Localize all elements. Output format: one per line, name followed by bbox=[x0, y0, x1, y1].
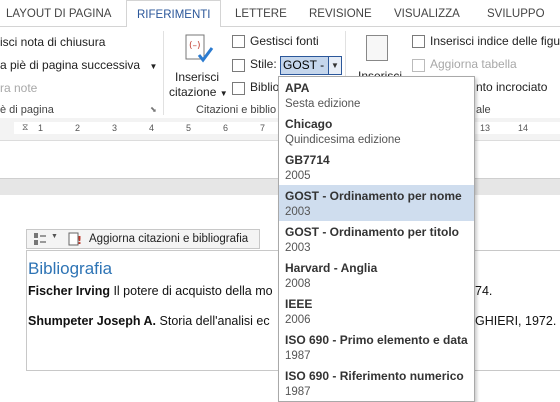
bibliography-title: Bibliografia bbox=[28, 259, 113, 278]
ruler-tick: 6 bbox=[223, 123, 229, 133]
style-option-edition: 2008 bbox=[285, 278, 311, 290]
svg-text:!: ! bbox=[77, 234, 82, 246]
insert-caption-icon bbox=[366, 35, 388, 61]
tab-riferimenti[interactable]: RIFERIMENTI bbox=[126, 0, 222, 28]
dialog-launcher-icon[interactable]: ⬊ bbox=[150, 105, 157, 114]
insert-citation-icon: (–) bbox=[181, 33, 215, 65]
style-option-name: Chicago bbox=[285, 117, 333, 131]
style-option-name: GB7714 bbox=[285, 153, 330, 167]
ruler-tick: 7 bbox=[260, 123, 266, 133]
style-option-name: GOST - Ordinamento per titolo bbox=[285, 225, 459, 239]
style-option-apa[interactable]: APA Sesta edizione bbox=[279, 77, 474, 113]
entry-author: Fischer Irving bbox=[28, 284, 110, 298]
insert-endnote-button[interactable]: isci nota di chiusura bbox=[0, 35, 105, 49]
tab-layout-di-pagina[interactable]: LAYOUT DI PAGINA bbox=[6, 0, 111, 26]
chevron-down-icon[interactable]: ▼ bbox=[328, 57, 341, 74]
cross-reference-button[interactable]: nto incrociato bbox=[476, 80, 547, 94]
manage-sources-button[interactable]: Gestisci fonti bbox=[250, 34, 319, 48]
entry-text: Il potere di acquisto della mo bbox=[109, 284, 273, 298]
ruler-tick: 3 bbox=[112, 123, 118, 133]
ruler-tick: 4 bbox=[149, 123, 155, 133]
insert-citation-label: citazione bbox=[169, 85, 217, 99]
ribbon-tab-bar: LAYOUT DI PAGINA RIFERIMENTI LETTERE REV… bbox=[0, 0, 560, 28]
style-option-harvard[interactable]: Harvard - Anglia 2008 bbox=[279, 257, 474, 293]
style-option-name: ISO 690 - Riferimento numerico bbox=[285, 369, 464, 383]
tab-visualizza[interactable]: VISUALIZZA bbox=[394, 0, 460, 26]
style-option-iso690-first[interactable]: ISO 690 - Primo elemento e data 1987 bbox=[279, 329, 474, 365]
bibliography-entry-tail: GHIERI, 1972. bbox=[475, 314, 557, 328]
update-citations-button[interactable]: Aggiorna citazioni e bibliografia bbox=[89, 233, 248, 245]
style-option-edition: 2003 bbox=[285, 206, 311, 218]
ruler-tick: 13 bbox=[480, 123, 491, 133]
chevron-down-icon[interactable]: ▼ bbox=[51, 233, 58, 240]
update-table-icon bbox=[412, 59, 425, 72]
footnotes-group-label: è di pagina bbox=[0, 104, 54, 116]
style-option-gost-title[interactable]: GOST - Ordinamento per titolo 2003 bbox=[279, 221, 474, 257]
bibliography-toolbar: ▼ ! Aggiorna citazioni e bibliografia bbox=[26, 229, 260, 249]
style-option-name: Harvard - Anglia bbox=[285, 261, 378, 275]
style-icon bbox=[232, 59, 245, 72]
figure-index-icon bbox=[412, 35, 425, 48]
style-option-gb7714[interactable]: GB7714 2005 bbox=[279, 149, 474, 185]
style-option-edition: Sesta edizione bbox=[285, 98, 361, 110]
ruler-tick: 14 bbox=[518, 123, 529, 133]
style-option-edition: Quindicesima edizione bbox=[285, 134, 401, 146]
style-option-chicago[interactable]: Chicago Quindicesima edizione bbox=[279, 113, 474, 149]
entry-author: Shumpeter Joseph A. bbox=[28, 314, 157, 328]
insert-figure-index-button[interactable]: Inserisci indice delle figu bbox=[430, 34, 560, 48]
bibliography-entry: Shumpeter Joseph A. Storia dell'analisi … bbox=[28, 314, 270, 328]
style-option-gost-name[interactable]: GOST - Ordinamento per nome 2003 bbox=[279, 185, 474, 221]
chevron-down-icon: ▼ bbox=[219, 89, 228, 98]
ruler-tick: 5 bbox=[186, 123, 192, 133]
tab-revisione[interactable]: REVISIONE bbox=[309, 0, 372, 26]
next-footnote-label: a piè di pagina successiva bbox=[0, 58, 141, 72]
group-separator bbox=[163, 31, 164, 115]
captions-group-label: ale bbox=[476, 104, 491, 116]
style-combo-box[interactable]: GOST - O ▼ bbox=[280, 56, 342, 75]
bibliography-entry-tail: 74. bbox=[475, 284, 493, 298]
style-option-name: GOST - Ordinamento per nome bbox=[285, 189, 462, 203]
insert-citation-button[interactable]: Inserisci bbox=[175, 70, 219, 84]
entry-text: Storia dell'analisi ec bbox=[156, 314, 270, 328]
style-dropdown-list[interactable]: APA Sesta edizione Chicago Quindicesima … bbox=[278, 76, 475, 402]
show-notes-button[interactable]: ra note bbox=[0, 81, 37, 95]
style-option-name: APA bbox=[285, 81, 310, 95]
style-option-ieee[interactable]: IEEE 2006 bbox=[279, 293, 474, 329]
style-label: Stile: bbox=[250, 57, 277, 71]
style-option-iso690-numeric[interactable]: ISO 690 - Riferimento numerico 1987 bbox=[279, 365, 474, 401]
ruler-tick: 1 bbox=[38, 123, 44, 133]
next-footnote-button[interactable]: a piè di pagina successiva ▼ bbox=[0, 58, 157, 72]
indent-marker-icon[interactable]: ⧖ bbox=[22, 122, 28, 133]
ruler-tick: 2 bbox=[75, 123, 81, 133]
bibliography-icon bbox=[232, 82, 245, 95]
style-option-edition: 2005 bbox=[285, 170, 311, 182]
style-option-edition: 1987 bbox=[285, 350, 311, 362]
style-option-edition: 2003 bbox=[285, 242, 311, 254]
tab-lettere[interactable]: LETTERE bbox=[235, 0, 287, 26]
chevron-down-icon: ▼ bbox=[149, 62, 158, 71]
update-citations-icon: ! bbox=[68, 232, 82, 247]
citations-group-label: Citazioni e biblio bbox=[196, 104, 277, 116]
bibliography-entry: Fischer Irving Il potere di acquisto del… bbox=[28, 284, 273, 298]
update-table-button[interactable]: Aggiorna tabella bbox=[430, 57, 517, 71]
tab-sviluppo[interactable]: SVILUPPO bbox=[487, 0, 545, 26]
svg-text:(–): (–) bbox=[189, 41, 201, 51]
bibliography-button[interactable]: Biblio bbox=[250, 80, 279, 94]
style-option-name: ISO 690 - Primo elemento e data bbox=[285, 333, 468, 347]
insert-citation-dropdown[interactable]: citazione ▼ bbox=[169, 85, 228, 99]
manage-sources-icon bbox=[232, 35, 245, 48]
bibliographies-icon[interactable] bbox=[33, 232, 47, 246]
style-option-edition: 1987 bbox=[285, 386, 311, 398]
style-option-edition: 2006 bbox=[285, 314, 311, 326]
style-option-name: IEEE bbox=[285, 297, 313, 311]
